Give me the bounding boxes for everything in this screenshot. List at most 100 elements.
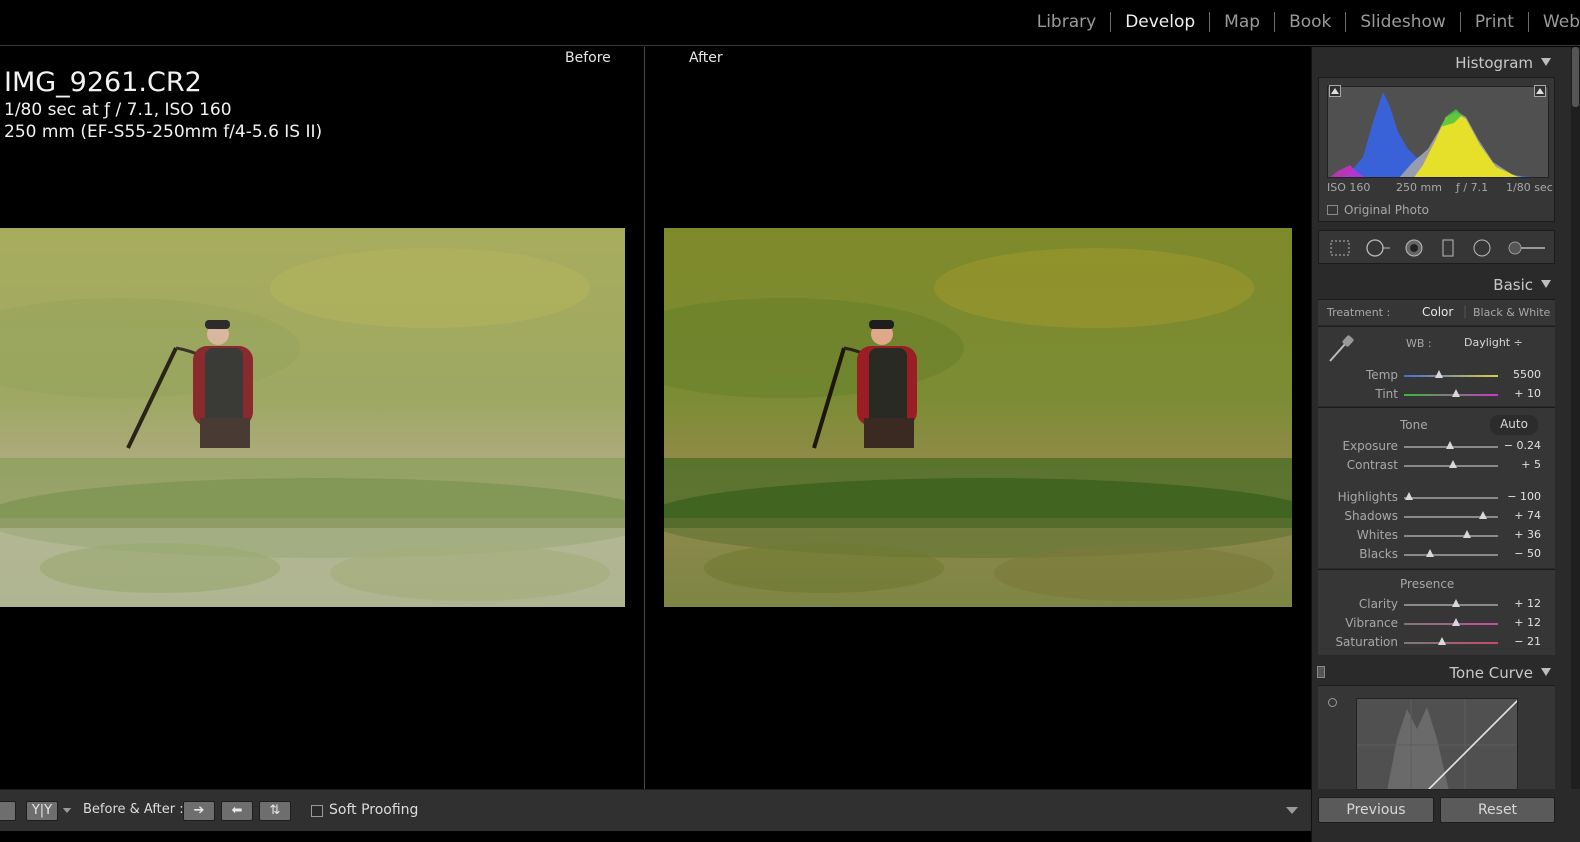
- spot-icon-svg: [1366, 239, 1390, 257]
- original-photo-checkbox[interactable]: [1327, 205, 1338, 215]
- tone-curve-header[interactable]: Tone Curve: [1316, 659, 1553, 685]
- auto-tone-button[interactable]: Auto: [1490, 415, 1538, 435]
- highlights-track[interactable]: [1404, 497, 1498, 499]
- saturation-slider[interactable]: Saturation − 21: [1318, 634, 1555, 652]
- shadow-clipping-toggle[interactable]: [1329, 85, 1341, 97]
- exposure-slider[interactable]: Exposure − 0.24: [1318, 438, 1555, 456]
- image-canvas: IMG_9261.CR2 1/80 sec at ƒ / 7.1, ISO 16…: [0, 47, 1311, 789]
- temp-track[interactable]: [1404, 375, 1498, 377]
- treatment-color-option[interactable]: Color: [1422, 305, 1453, 319]
- module-bar: Library Develop Map Book Slideshow Print…: [0, 0, 1580, 46]
- clarity-slider[interactable]: Clarity + 12: [1318, 596, 1555, 614]
- right-panel: Histogram ISO 160 250 mm ƒ / 7.1 1/80 se…: [1311, 47, 1580, 842]
- tint-slider[interactable]: Tint + 10: [1318, 386, 1555, 404]
- treatment-bw-option[interactable]: Black & White: [1473, 306, 1550, 319]
- clarity-knob[interactable]: [1451, 599, 1460, 607]
- soft-proofing-checkbox[interactable]: [311, 805, 323, 817]
- whites-track[interactable]: [1404, 535, 1498, 537]
- panel-toggle-switch[interactable]: [1317, 666, 1325, 678]
- swap-before-after-button[interactable]: ⇅: [259, 801, 291, 821]
- adjustment-brush-tool-icon[interactable]: [1507, 239, 1547, 257]
- module-develop[interactable]: Develop: [1111, 12, 1211, 32]
- module-library[interactable]: Library: [1023, 12, 1112, 32]
- view-mode-dropdown-icon[interactable]: [62, 808, 72, 813]
- graduated-filter-tool-icon[interactable]: [1437, 239, 1459, 257]
- radial-filter-icon-svg: [1473, 239, 1491, 257]
- tint-value[interactable]: + 10: [1514, 387, 1541, 400]
- tone-curve-graph[interactable]: [1356, 698, 1518, 790]
- basic-header[interactable]: Basic: [1316, 271, 1553, 297]
- highlights-value[interactable]: − 100: [1507, 490, 1541, 503]
- before-after-view-button[interactable]: Y|Y: [26, 801, 58, 821]
- highlights-slider[interactable]: Highlights − 100: [1318, 489, 1555, 507]
- whites-label: Whites: [1356, 528, 1398, 542]
- radial-filter-tool-icon[interactable]: [1471, 239, 1493, 257]
- blacks-knob[interactable]: [1426, 549, 1435, 557]
- spot-removal-tool-icon[interactable]: [1365, 239, 1390, 257]
- module-book[interactable]: Book: [1275, 12, 1347, 32]
- tint-knob[interactable]: [1451, 389, 1460, 397]
- wb-label: WB :: [1406, 337, 1432, 350]
- shadows-label: Shadows: [1344, 509, 1398, 523]
- whites-value[interactable]: + 36: [1514, 528, 1541, 541]
- after-photo-image: [664, 228, 1292, 607]
- red-eye-tool-icon[interactable]: [1403, 239, 1425, 257]
- shadows-knob[interactable]: [1478, 511, 1487, 519]
- reset-button[interactable]: Reset: [1440, 797, 1555, 823]
- vibrance-value[interactable]: + 12: [1514, 616, 1541, 629]
- exposure-label: Exposure: [1342, 439, 1398, 453]
- arrow-left-icon: ⬅: [231, 803, 243, 818]
- clarity-value[interactable]: + 12: [1514, 597, 1541, 610]
- previous-button[interactable]: Previous: [1318, 797, 1434, 823]
- temp-knob[interactable]: [1434, 370, 1443, 378]
- module-picker: Library Develop Map Book Slideshow Print…: [1023, 12, 1580, 32]
- saturation-value[interactable]: − 21: [1514, 635, 1541, 648]
- target-adjustment-icon[interactable]: [1328, 698, 1337, 707]
- after-photo[interactable]: [664, 228, 1292, 607]
- contrast-knob[interactable]: [1448, 460, 1457, 468]
- copy-before-to-after-button[interactable]: ➔: [183, 801, 215, 821]
- panel-scrollbar[interactable]: [1571, 47, 1580, 789]
- contrast-slider[interactable]: Contrast + 5: [1318, 457, 1555, 475]
- whites-knob[interactable]: [1462, 530, 1471, 538]
- module-print[interactable]: Print: [1461, 12, 1529, 32]
- shadows-value[interactable]: + 74: [1514, 509, 1541, 522]
- exposure-value[interactable]: − 0.24: [1504, 439, 1541, 452]
- module-web[interactable]: Web: [1529, 12, 1580, 32]
- copy-after-to-before-button[interactable]: ⬅: [221, 801, 253, 821]
- collapse-triangle-icon[interactable]: [1541, 280, 1551, 288]
- blacks-track[interactable]: [1404, 554, 1498, 556]
- collapse-triangle-icon[interactable]: [1541, 58, 1551, 66]
- blacks-slider[interactable]: Blacks − 50: [1318, 546, 1555, 564]
- vibrance-slider[interactable]: Vibrance + 12: [1318, 615, 1555, 633]
- white-balance-section: WB : Daylight ÷ Temp 5500 Tint + 10: [1318, 326, 1555, 406]
- module-slideshow[interactable]: Slideshow: [1346, 12, 1461, 32]
- module-map[interactable]: Map: [1210, 12, 1276, 32]
- photo-filename: IMG_9261.CR2: [4, 67, 202, 98]
- temp-value[interactable]: 5500: [1513, 368, 1541, 381]
- highlights-knob[interactable]: [1404, 492, 1413, 500]
- blacks-value[interactable]: − 50: [1514, 547, 1541, 560]
- toolbar-options-dropdown-icon[interactable]: [1286, 807, 1298, 814]
- histogram-graph[interactable]: [1327, 86, 1549, 178]
- wb-dropdown[interactable]: Daylight ÷: [1464, 336, 1523, 349]
- saturation-knob[interactable]: [1437, 637, 1446, 645]
- wb-eyedropper-icon[interactable]: [1326, 333, 1356, 363]
- collapse-triangle-icon[interactable]: [1541, 668, 1551, 676]
- before-photo[interactable]: [0, 228, 625, 607]
- saturation-track[interactable]: [1404, 642, 1498, 644]
- histogram-header[interactable]: Histogram: [1316, 49, 1553, 75]
- vibrance-knob[interactable]: [1451, 618, 1460, 626]
- scrollbar-thumb[interactable]: [1572, 47, 1579, 107]
- highlight-clipping-toggle[interactable]: [1534, 85, 1546, 97]
- whites-slider[interactable]: Whites + 36: [1318, 527, 1555, 545]
- crop-tool-icon[interactable]: [1329, 239, 1351, 257]
- soft-proofing-label: Soft Proofing: [329, 802, 419, 818]
- exposure-knob[interactable]: [1446, 441, 1455, 449]
- contrast-value[interactable]: + 5: [1521, 458, 1541, 471]
- loupe-view-button[interactable]: [0, 801, 16, 821]
- temp-slider[interactable]: Temp 5500: [1318, 367, 1555, 385]
- histogram-iso: ISO 160: [1327, 181, 1371, 194]
- arrow-right-icon: ➔: [193, 803, 205, 818]
- shadows-slider[interactable]: Shadows + 74: [1318, 508, 1555, 526]
